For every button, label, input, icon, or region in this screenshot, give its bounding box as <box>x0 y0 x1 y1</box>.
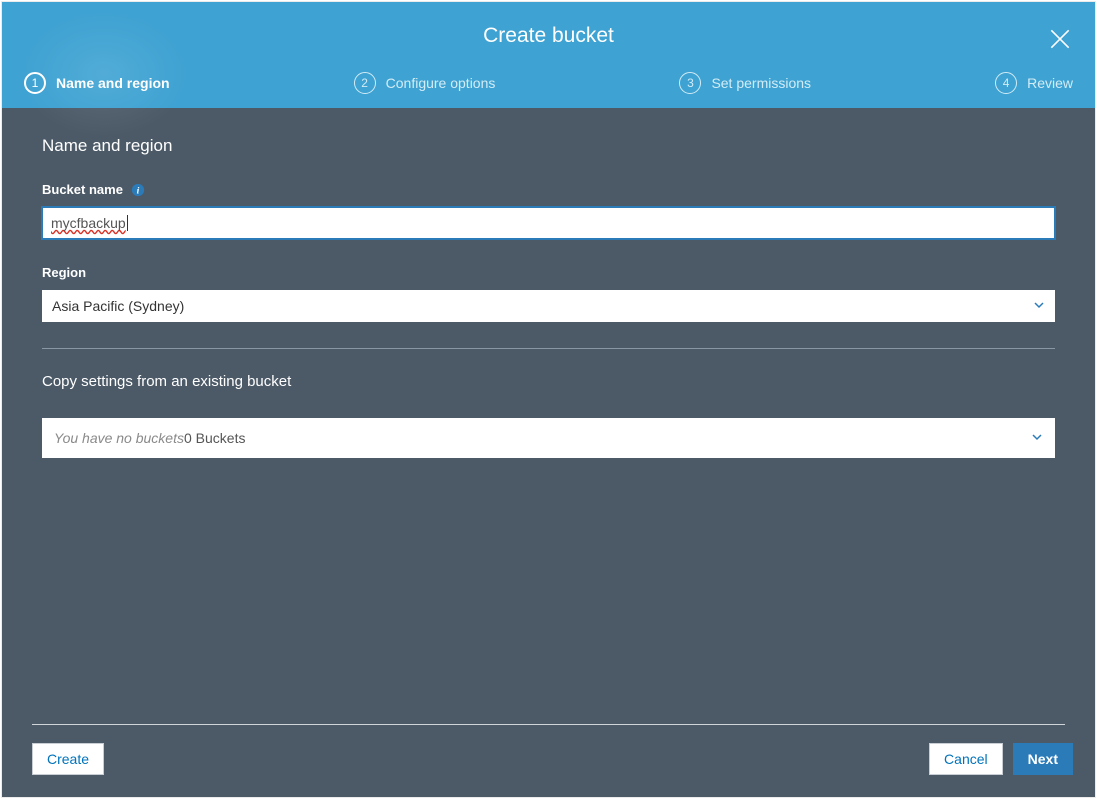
region-value: Asia Pacific (Sydney) <box>52 291 184 321</box>
step-label: Review <box>1027 75 1073 91</box>
close-button[interactable] <box>1047 26 1073 52</box>
cancel-button[interactable]: Cancel <box>929 743 1003 775</box>
create-bucket-modal: Create bucket 1 Name and region 2 <box>2 2 1095 797</box>
text-cursor <box>127 215 128 231</box>
step-configure-options[interactable]: 2 Configure options <box>354 72 496 94</box>
chevron-down-icon <box>1033 291 1045 321</box>
modal-title: Create bucket <box>2 2 1095 66</box>
modal-content: Name and region Bucket name i mycfbackup… <box>2 108 1095 724</box>
chevron-down-icon <box>1031 430 1043 446</box>
divider <box>42 348 1055 349</box>
step-number-icon: 1 <box>24 72 46 94</box>
copy-settings-heading: Copy settings from an existing bucket <box>42 373 1055 390</box>
bucket-name-label: Bucket name <box>42 182 123 197</box>
modal-header: Create bucket 1 Name and region 2 <box>2 2 1095 108</box>
step-number-icon: 4 <box>995 72 1017 94</box>
step-number-icon: 3 <box>679 72 701 94</box>
field-bucket-name: Bucket name i mycfbackup <box>42 182 1055 239</box>
region-label: Region <box>42 265 86 280</box>
step-review[interactable]: 4 Review <box>995 72 1073 94</box>
step-set-permissions[interactable]: 3 Set permissions <box>679 72 811 94</box>
svg-text:i: i <box>137 185 140 196</box>
step-label: Name and region <box>56 75 170 91</box>
step-label: Configure options <box>386 75 496 91</box>
step-label: Set permissions <box>711 75 811 91</box>
section-heading: Name and region <box>42 136 1055 156</box>
copy-settings-select[interactable]: You have no buckets0 Buckets <box>42 418 1055 458</box>
step-number-icon: 2 <box>354 72 376 94</box>
copy-settings-placeholder: You have no buckets <box>54 430 184 446</box>
next-button[interactable]: Next <box>1013 743 1073 775</box>
close-icon <box>1047 39 1073 56</box>
modal-footer: Create Cancel Next <box>2 725 1095 797</box>
wizard-steps: 1 Name and region 2 Configure options 3 … <box>2 66 1095 108</box>
info-icon[interactable]: i <box>131 183 145 197</box>
field-region: Region Asia Pacific (Sydney) <box>42 265 1055 322</box>
bucket-name-input[interactable]: mycfbackup <box>42 207 1055 239</box>
copy-settings-count: 0 Buckets <box>184 430 245 446</box>
copy-settings-text: You have no buckets0 Buckets <box>54 430 245 446</box>
create-button[interactable]: Create <box>32 743 104 775</box>
bucket-name-value: mycfbackup <box>51 215 126 231</box>
region-select[interactable]: Asia Pacific (Sydney) <box>42 290 1055 322</box>
step-name-and-region[interactable]: 1 Name and region <box>24 72 170 94</box>
